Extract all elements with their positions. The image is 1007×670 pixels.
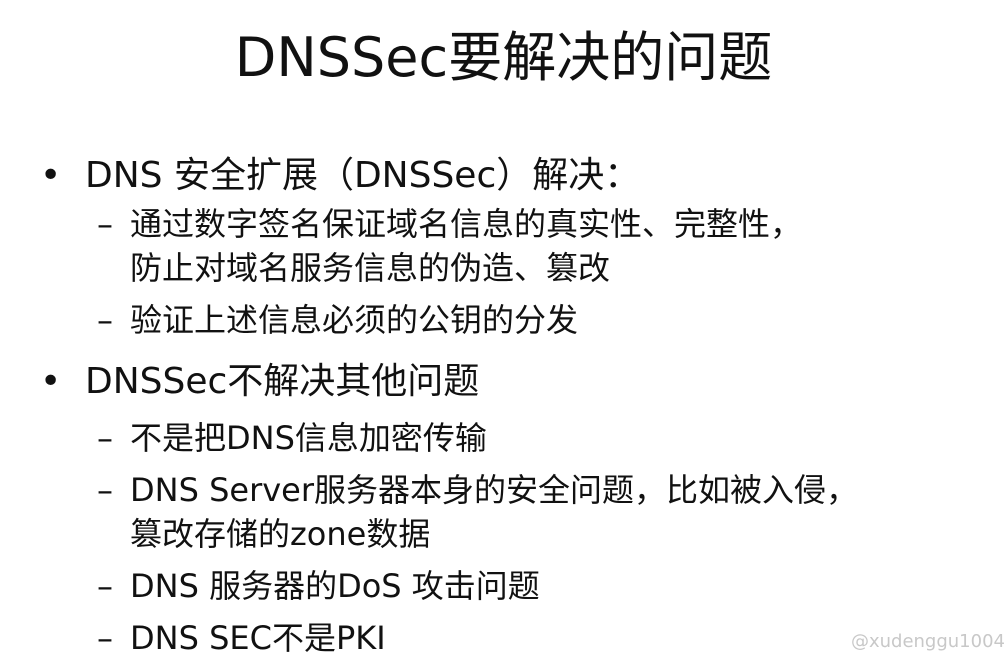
bullet-text: DNS 安全扩展（DNSSec）解决： [85, 155, 641, 196]
bullet-text: DNSSec不解决其他问题 [85, 361, 480, 402]
bullet-list: • DNS 安全扩展（DNSSec）解决： – 通过数字签名保证域名信息的真实性… [40, 150, 1000, 660]
dash-icon: – [97, 205, 113, 243]
sub-bullet-text: 验证上述信息必须的公钥的分发 [130, 301, 579, 339]
watermark: @xudenggu1004 [850, 631, 1005, 652]
bullet-item: • DNSSec不解决其他问题 [40, 356, 1000, 408]
dash-icon: – [97, 471, 113, 509]
bullet-dot-icon: • [40, 155, 62, 196]
sub-bullet-text: DNS 服务器的DoS 攻击问题 [130, 567, 540, 605]
sub-bullet-item: – 不是把DNS信息加密传输 [97, 416, 1000, 460]
sub-bullet-text: 不是把DNS信息加密传输 [130, 419, 487, 457]
slide: DNSSec要解决的问题 • DNS 安全扩展（DNSSec）解决： – 通过数… [0, 0, 1007, 670]
bullet-item: • DNS 安全扩展（DNSSec）解决： [40, 150, 1000, 202]
sub-bullet-item: – 通过数字签名保证域名信息的真实性、完整性， 防止对域名服务信息的伪造、篡改 [97, 202, 1000, 290]
dash-icon: – [97, 301, 113, 339]
dash-icon: – [97, 419, 113, 457]
sub-bullet-text: 通过数字签名保证域名信息的真实性、完整性， [130, 205, 803, 243]
slide-title: DNSSec要解决的问题 [234, 26, 773, 89]
sub-bullet-item: – DNS Server服务器本身的安全问题，比如被入侵， 篡改存储的zone数… [97, 468, 1000, 556]
sub-bullet-text-continued: 篡改存储的zone数据 [130, 515, 431, 553]
sub-bullet-text: DNS Server服务器本身的安全问题，比如被入侵， [130, 471, 859, 509]
sub-bullet-item: – DNS 服务器的DoS 攻击问题 [97, 564, 1000, 608]
sub-bullet-text-continued: 防止对域名服务信息的伪造、篡改 [130, 249, 611, 287]
dash-icon: – [97, 567, 113, 605]
bullet-dot-icon: • [40, 361, 62, 402]
sub-bullet-item: – 验证上述信息必须的公钥的分发 [97, 298, 1000, 342]
dash-icon: – [97, 619, 113, 657]
